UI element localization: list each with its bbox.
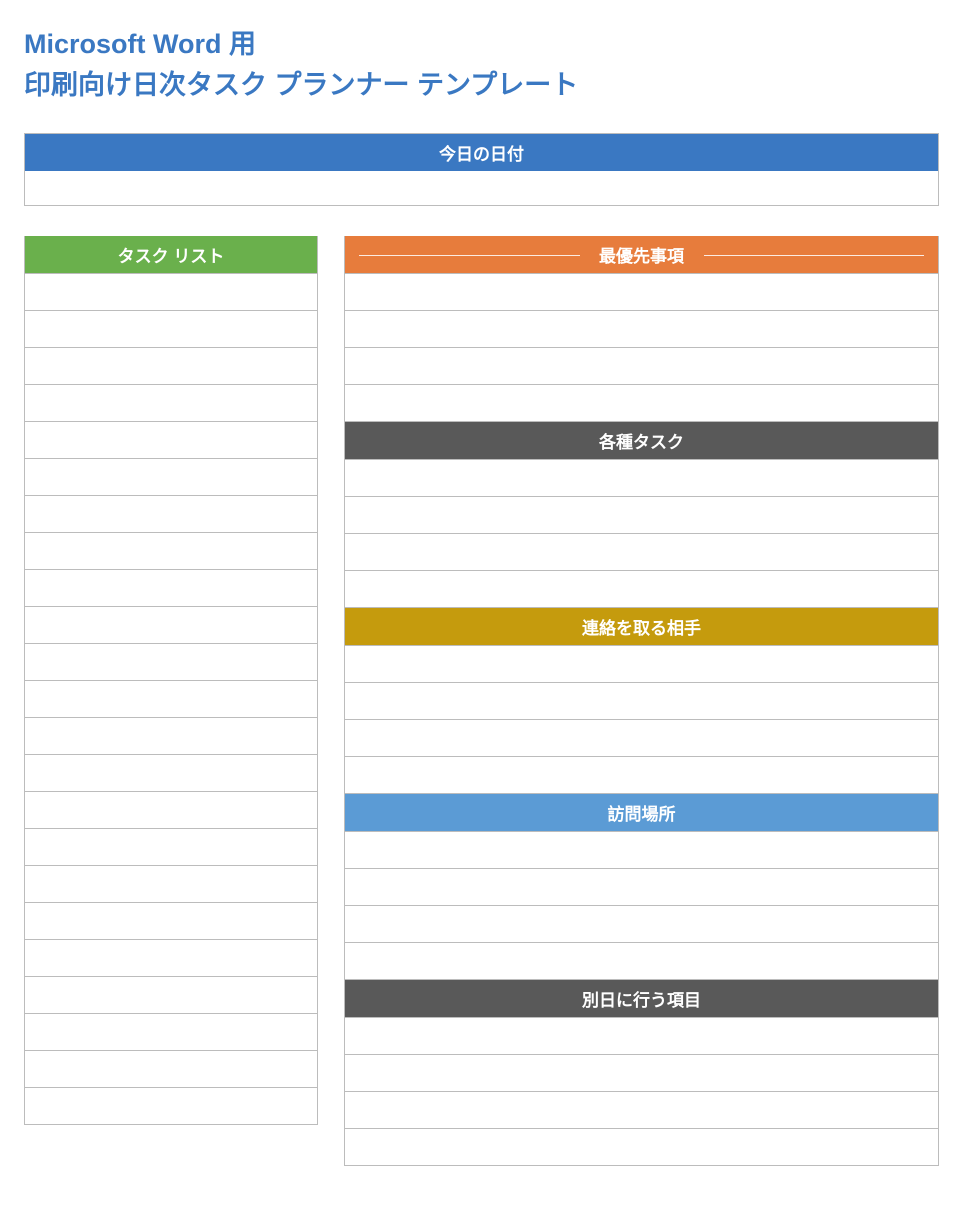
contacts-block: 連絡を取る相手 bbox=[344, 608, 939, 794]
places-header: 訪問場所 bbox=[345, 794, 938, 831]
input-row[interactable] bbox=[345, 645, 938, 682]
title-line-2: 印刷向け日次タスク プランナー テンプレート bbox=[24, 65, 939, 106]
input-row[interactable] bbox=[25, 865, 317, 902]
input-row[interactable] bbox=[345, 682, 938, 719]
task-list-block: タスク リスト bbox=[24, 236, 318, 1125]
input-row[interactable] bbox=[345, 756, 938, 793]
places-rows bbox=[345, 831, 938, 979]
document-title: Microsoft Word 用 印刷向け日次タスク プランナー テンプレート bbox=[24, 24, 939, 105]
input-row[interactable] bbox=[25, 1050, 317, 1087]
input-row[interactable] bbox=[345, 942, 938, 979]
input-row[interactable] bbox=[25, 754, 317, 791]
input-row[interactable] bbox=[25, 458, 317, 495]
input-row[interactable] bbox=[25, 902, 317, 939]
input-row[interactable] bbox=[345, 459, 938, 496]
input-row[interactable] bbox=[345, 905, 938, 942]
contacts-rows bbox=[345, 645, 938, 793]
input-row[interactable] bbox=[25, 643, 317, 680]
input-row[interactable] bbox=[345, 570, 938, 607]
input-row[interactable] bbox=[25, 532, 317, 569]
input-row[interactable] bbox=[345, 496, 938, 533]
input-row[interactable] bbox=[345, 831, 938, 868]
input-row[interactable] bbox=[25, 680, 317, 717]
another-day-rows bbox=[345, 1017, 938, 1165]
input-row[interactable] bbox=[345, 533, 938, 570]
various-tasks-block: 各種タスク bbox=[344, 422, 939, 608]
input-row[interactable] bbox=[25, 495, 317, 532]
date-header: 今日の日付 bbox=[25, 134, 938, 171]
input-row[interactable] bbox=[345, 868, 938, 905]
input-row[interactable] bbox=[25, 828, 317, 865]
input-row[interactable] bbox=[25, 569, 317, 606]
input-row[interactable] bbox=[25, 939, 317, 976]
top-priority-header: 最優先事項 bbox=[345, 236, 938, 273]
input-row[interactable] bbox=[25, 273, 317, 310]
input-row[interactable] bbox=[25, 976, 317, 1013]
input-row[interactable] bbox=[25, 347, 317, 384]
input-row[interactable] bbox=[25, 1087, 317, 1124]
input-row[interactable] bbox=[345, 1017, 938, 1054]
title-line-1: Microsoft Word 用 bbox=[24, 24, 939, 65]
various-tasks-header: 各種タスク bbox=[345, 422, 938, 459]
another-day-header: 別日に行う項目 bbox=[345, 980, 938, 1017]
input-row[interactable] bbox=[25, 421, 317, 458]
left-column: タスク リスト bbox=[24, 236, 318, 1125]
input-row[interactable] bbox=[25, 606, 317, 643]
date-section: 今日の日付 bbox=[24, 133, 939, 206]
input-row[interactable] bbox=[345, 273, 938, 310]
task-list-rows bbox=[25, 273, 317, 1124]
input-row[interactable] bbox=[25, 1013, 317, 1050]
right-column: 最優先事項 各種タスク 連絡を取る相手 訪問場所 別日に行う項目 bbox=[344, 236, 939, 1166]
another-day-block: 別日に行う項目 bbox=[344, 980, 939, 1166]
input-row[interactable] bbox=[345, 719, 938, 756]
input-row[interactable] bbox=[345, 347, 938, 384]
input-row[interactable] bbox=[25, 717, 317, 754]
task-list-header: タスク リスト bbox=[25, 236, 317, 273]
top-priority-rows bbox=[345, 273, 938, 421]
input-row[interactable] bbox=[25, 791, 317, 828]
various-tasks-rows bbox=[345, 459, 938, 607]
places-block: 訪問場所 bbox=[344, 794, 939, 980]
input-row[interactable] bbox=[25, 384, 317, 421]
input-row[interactable] bbox=[345, 1091, 938, 1128]
top-priority-block: 最優先事項 bbox=[344, 236, 939, 422]
columns-layout: タスク リスト 最優先事項 各種タスク 連絡を取る相手 訪問場所 別日に行う項目 bbox=[24, 236, 939, 1166]
contacts-header: 連絡を取る相手 bbox=[345, 608, 938, 645]
input-row[interactable] bbox=[345, 1128, 938, 1165]
input-row[interactable] bbox=[345, 384, 938, 421]
input-row[interactable] bbox=[25, 310, 317, 347]
date-input-row[interactable] bbox=[25, 171, 938, 205]
input-row[interactable] bbox=[345, 1054, 938, 1091]
input-row[interactable] bbox=[345, 310, 938, 347]
